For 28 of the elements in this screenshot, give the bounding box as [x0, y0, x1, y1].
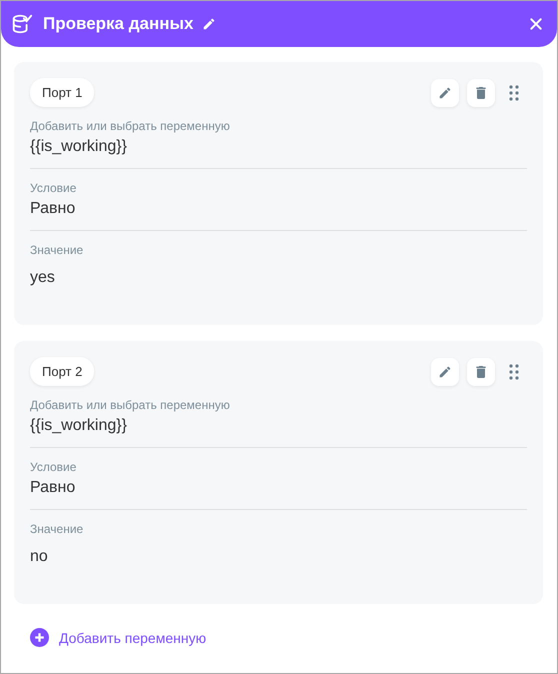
database-check-icon — [11, 13, 33, 35]
edit-icon[interactable] — [202, 17, 216, 31]
field-label: Условие — [30, 460, 78, 474]
field-value[interactable]: Равно — [30, 200, 527, 218]
close-icon[interactable] — [529, 17, 543, 31]
drag-handle-icon[interactable] — [509, 84, 519, 100]
field-value[interactable]: yes — [30, 269, 527, 287]
field-value[interactable]: Равно — [30, 479, 527, 497]
delete-button[interactable] — [467, 78, 495, 106]
drag-handle-icon[interactable] — [509, 364, 519, 380]
plus-icon — [30, 628, 49, 647]
field-value[interactable]: no — [30, 548, 527, 566]
field-label: Добавить или выбрать переменную — [30, 398, 231, 412]
field-value[interactable]: {{is_working}} — [30, 417, 527, 435]
port-chip: Порт 2 — [30, 357, 94, 386]
pencil-icon — [438, 364, 452, 378]
panel-title: Проверка данных — [43, 14, 194, 34]
field-label: Значение — [30, 522, 84, 536]
edit-button[interactable] — [431, 358, 459, 386]
edit-button[interactable] — [431, 78, 459, 106]
pencil-icon — [438, 86, 452, 100]
field-label: Значение — [30, 243, 84, 257]
field-label: Добавить или выбрать переменную — [30, 119, 231, 133]
port-chip: Порт 1 — [30, 78, 94, 107]
delete-button[interactable] — [467, 358, 495, 386]
field-value[interactable]: {{is_working}} — [30, 138, 527, 156]
add-variable-button[interactable]: Добавить переменную — [14, 620, 222, 655]
field-label: Условие — [30, 181, 78, 195]
